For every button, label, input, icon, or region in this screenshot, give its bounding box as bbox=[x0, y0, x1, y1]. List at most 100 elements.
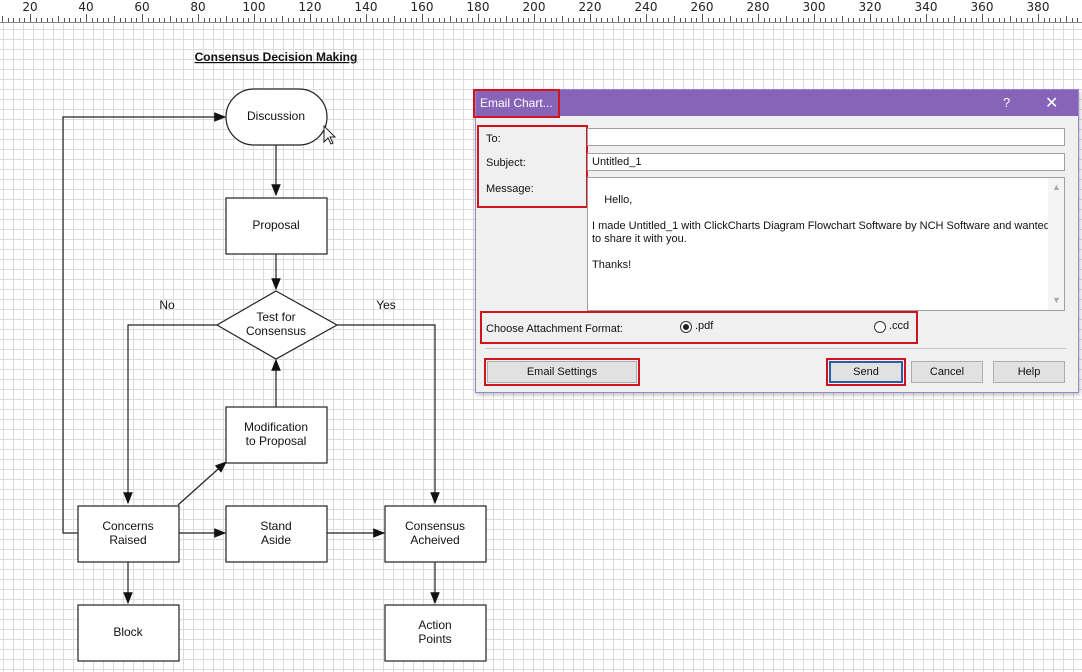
ruler-tick bbox=[86, 14, 87, 22]
ruler-tick bbox=[640, 18, 642, 22]
ruler-tick bbox=[595, 18, 597, 22]
ruler-tick bbox=[629, 18, 631, 22]
help-button[interactable]: Help bbox=[993, 361, 1065, 383]
to-field[interactable] bbox=[587, 128, 1065, 146]
ruler-tick bbox=[209, 18, 211, 22]
ruler-tick bbox=[377, 18, 379, 22]
ruler-tick bbox=[125, 18, 127, 22]
ruler-tick bbox=[702, 14, 703, 22]
ruler-tick bbox=[909, 18, 911, 22]
ruler-tick bbox=[870, 14, 871, 22]
ruler-tick bbox=[814, 14, 815, 22]
scroll-down-icon[interactable]: ▼ bbox=[1052, 294, 1061, 307]
ruler-tick bbox=[265, 18, 267, 22]
ruler-tick bbox=[791, 18, 793, 22]
ruler-tick bbox=[522, 18, 524, 22]
ruler-tick bbox=[724, 18, 726, 22]
ruler-tick bbox=[405, 18, 407, 22]
ruler-tick bbox=[534, 14, 535, 22]
message-text: Hello, I made Untitled_1 with ClickChart… bbox=[592, 194, 1050, 271]
ruler-tick bbox=[914, 18, 916, 22]
ruler-tick bbox=[545, 18, 547, 22]
cancel-button[interactable]: Cancel bbox=[911, 361, 983, 383]
ruler-tick bbox=[797, 18, 799, 22]
ruler-tick bbox=[450, 16, 451, 22]
ruler-tick bbox=[203, 18, 205, 22]
ruler-tick bbox=[618, 16, 619, 22]
ruler-tick bbox=[948, 18, 950, 22]
attachment-highlight bbox=[480, 311, 918, 344]
ruler-label: 260 bbox=[690, 0, 714, 14]
subject-field[interactable]: Untitled_1 bbox=[587, 153, 1065, 171]
ruler-tick bbox=[886, 18, 888, 22]
ruler-tick bbox=[1004, 18, 1006, 22]
ruler-tick bbox=[1043, 18, 1045, 22]
message-scrollbar[interactable]: ▲ ▼ bbox=[1048, 178, 1064, 310]
ruler-tick bbox=[847, 18, 849, 22]
connector-test-no bbox=[123, 324, 217, 505]
ruler-tick bbox=[1071, 18, 1073, 22]
ruler-tick bbox=[220, 18, 222, 22]
ruler-tick bbox=[836, 18, 838, 22]
ruler-tick bbox=[567, 18, 569, 22]
ruler-tick bbox=[349, 18, 351, 22]
ruler-tick bbox=[606, 18, 608, 22]
ruler-tick bbox=[808, 18, 810, 22]
ruler-tick bbox=[931, 18, 933, 22]
ruler-tick bbox=[371, 18, 373, 22]
ruler-tick bbox=[920, 18, 922, 22]
diagram-title: Consensus Decision Making bbox=[195, 50, 358, 64]
close-icon[interactable]: ✕ bbox=[1045, 93, 1058, 113]
ruler-tick bbox=[186, 18, 188, 22]
ruler-label: 360 bbox=[970, 0, 994, 14]
ruler-tick bbox=[735, 18, 737, 22]
ruler-tick bbox=[685, 18, 687, 22]
node-concerns-label-1: Concerns bbox=[102, 519, 153, 533]
ruler-tick bbox=[298, 18, 300, 22]
ruler-tick bbox=[926, 14, 927, 22]
ruler-tick bbox=[58, 16, 59, 22]
ruler-label: 40 bbox=[78, 0, 94, 14]
ruler-tick bbox=[282, 16, 283, 22]
ruler-tick bbox=[321, 18, 323, 22]
ruler-tick bbox=[91, 18, 93, 22]
mouse-cursor-icon bbox=[323, 124, 337, 145]
ruler-label: 380 bbox=[1026, 0, 1050, 14]
ruler-tick bbox=[825, 18, 827, 22]
node-action-label-1: Action bbox=[418, 618, 451, 632]
ruler-tick bbox=[1077, 18, 1079, 22]
ruler-tick bbox=[472, 18, 474, 22]
ruler-tick bbox=[35, 18, 37, 22]
ruler-tick bbox=[108, 18, 110, 22]
ruler-tick bbox=[24, 18, 26, 22]
ruler-label: 60 bbox=[134, 0, 150, 14]
ruler-tick bbox=[511, 18, 513, 22]
ruler-tick bbox=[573, 18, 575, 22]
ruler-tick bbox=[80, 18, 82, 22]
ruler-tick bbox=[360, 18, 362, 22]
message-textarea[interactable]: Hello, I made Untitled_1 with ClickChart… bbox=[587, 177, 1065, 311]
ruler-tick bbox=[718, 18, 720, 22]
ruler-label: 200 bbox=[522, 0, 546, 14]
ruler-tick bbox=[1054, 18, 1056, 22]
node-stand-label-2: Aside bbox=[261, 533, 291, 547]
ruler-tick bbox=[746, 18, 748, 22]
ruler-tick bbox=[612, 18, 614, 22]
help-icon[interactable]: ? bbox=[1003, 95, 1010, 110]
ruler-tick bbox=[819, 18, 821, 22]
ruler-tick bbox=[52, 18, 54, 22]
ruler-tick bbox=[293, 18, 295, 22]
ruler-tick bbox=[343, 18, 345, 22]
ruler-tick bbox=[494, 18, 496, 22]
ruler-tick bbox=[1049, 18, 1051, 22]
ruler-tick bbox=[304, 18, 306, 22]
scroll-up-icon[interactable]: ▲ bbox=[1052, 181, 1061, 194]
ruler-tick bbox=[982, 14, 983, 22]
ruler-label: 240 bbox=[634, 0, 658, 14]
dialog-titlebar[interactable]: Email Chart... ? ✕ bbox=[476, 90, 1078, 116]
ruler-tick bbox=[842, 16, 843, 22]
ruler-tick bbox=[326, 18, 328, 22]
ruler-tick bbox=[1010, 16, 1011, 22]
ruler-tick bbox=[998, 18, 1000, 22]
ruler-tick bbox=[556, 18, 558, 22]
